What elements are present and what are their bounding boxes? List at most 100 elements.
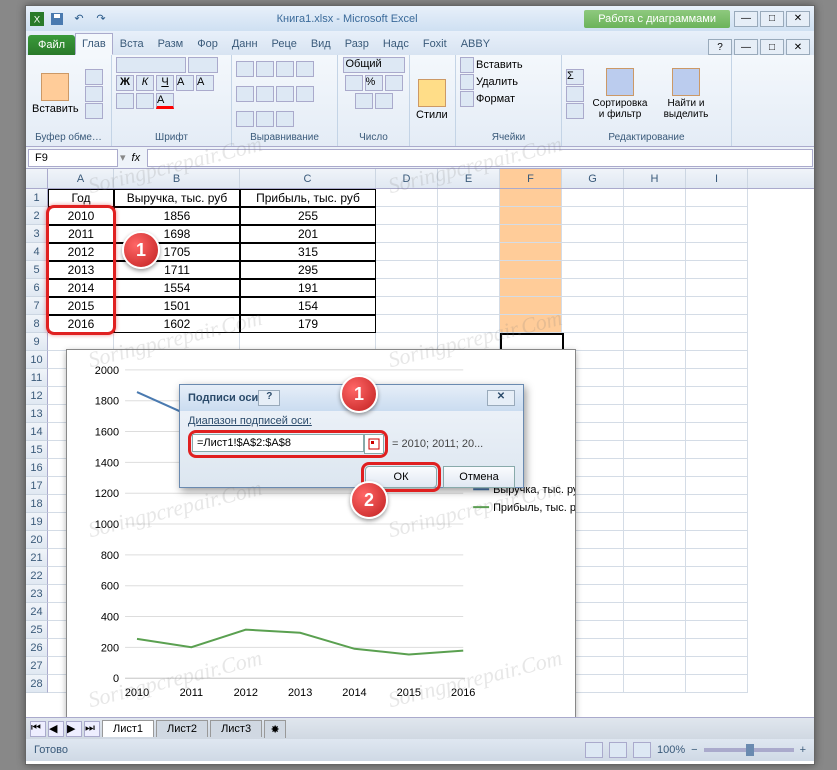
cell[interactable] xyxy=(686,495,748,513)
cells-format-icon[interactable] xyxy=(460,91,474,107)
align-center-icon[interactable] xyxy=(256,86,274,102)
tab-home[interactable]: Глав xyxy=(75,33,113,55)
cell[interactable] xyxy=(686,333,748,351)
col-header-I[interactable]: I xyxy=(686,169,748,188)
cell[interactable] xyxy=(686,405,748,423)
cell[interactable]: 2014 xyxy=(48,279,114,297)
cell[interactable] xyxy=(686,459,748,477)
cell[interactable] xyxy=(624,567,686,585)
qat-redo-icon[interactable]: ↷ xyxy=(92,10,110,28)
cell[interactable] xyxy=(562,261,624,279)
tab-addins[interactable]: Надс xyxy=(376,33,416,55)
cell[interactable] xyxy=(686,639,748,657)
cell[interactable] xyxy=(624,657,686,675)
cell[interactable] xyxy=(624,531,686,549)
sheet-nav-last-icon[interactable]: ⏭ xyxy=(84,721,100,737)
zoom-out-icon[interactable]: − xyxy=(691,744,697,756)
cell[interactable] xyxy=(500,261,562,279)
row-header[interactable]: 1 xyxy=(26,189,48,207)
cell[interactable] xyxy=(624,351,686,369)
align-right-icon[interactable] xyxy=(276,86,294,102)
cells-insert-button[interactable]: Вставить xyxy=(476,59,523,71)
cell[interactable]: 315 xyxy=(240,243,376,261)
cell[interactable] xyxy=(500,243,562,261)
cell[interactable] xyxy=(562,225,624,243)
cell[interactable]: 1705 xyxy=(114,243,240,261)
cell[interactable] xyxy=(686,369,748,387)
row-header[interactable]: 4 xyxy=(26,243,48,261)
sheet-nav-first-icon[interactable]: ⏮ xyxy=(30,721,46,737)
dialog-help-button[interactable]: ? xyxy=(258,390,280,406)
row-header[interactable]: 10 xyxy=(26,351,48,369)
cell[interactable] xyxy=(438,243,500,261)
sheet-nav-next-icon[interactable]: ▶ xyxy=(66,721,82,737)
cell[interactable] xyxy=(438,315,500,333)
maximize-button[interactable]: □ xyxy=(760,11,784,27)
cell[interactable]: 191 xyxy=(240,279,376,297)
cell[interactable] xyxy=(562,243,624,261)
cell[interactable] xyxy=(376,315,438,333)
format-painter-icon[interactable] xyxy=(85,103,103,119)
row-header[interactable]: 7 xyxy=(26,297,48,315)
cell[interactable]: 2012 xyxy=(48,243,114,261)
cell[interactable] xyxy=(686,261,748,279)
cell[interactable]: Прибыль, тыс. руб xyxy=(240,189,376,207)
cell[interactable] xyxy=(624,261,686,279)
cell[interactable] xyxy=(624,225,686,243)
col-header-A[interactable]: A xyxy=(48,169,114,188)
cell[interactable] xyxy=(686,279,748,297)
col-header-B[interactable]: B xyxy=(114,169,240,188)
row-header[interactable]: 27 xyxy=(26,657,48,675)
cell[interactable] xyxy=(624,513,686,531)
tab-page-layout[interactable]: Разм xyxy=(151,33,191,55)
cell[interactable]: 2011 xyxy=(48,225,114,243)
find-select-button[interactable]: Найти и выделить xyxy=(656,66,716,122)
row-header[interactable]: 8 xyxy=(26,315,48,333)
cells-delete-button[interactable]: Удалить xyxy=(476,76,518,88)
cell[interactable] xyxy=(624,243,686,261)
cell[interactable] xyxy=(686,585,748,603)
grow-font-icon[interactable]: A xyxy=(176,75,194,91)
ok-button[interactable]: ОК xyxy=(365,466,437,488)
cell[interactable]: Год xyxy=(48,189,114,207)
align-middle-icon[interactable] xyxy=(256,61,274,77)
cell[interactable] xyxy=(500,297,562,315)
cell[interactable]: 255 xyxy=(240,207,376,225)
cell[interactable] xyxy=(376,297,438,315)
cell[interactable]: 1711 xyxy=(114,261,240,279)
fill-color-icon[interactable] xyxy=(136,93,154,109)
row-header[interactable]: 26 xyxy=(26,639,48,657)
wrap-text-icon[interactable] xyxy=(296,61,314,77)
currency-icon[interactable] xyxy=(345,75,363,91)
clear-icon[interactable] xyxy=(566,103,584,119)
cell[interactable] xyxy=(624,639,686,657)
cell[interactable] xyxy=(376,207,438,225)
cell[interactable] xyxy=(624,189,686,207)
cell[interactable] xyxy=(686,621,748,639)
cell[interactable] xyxy=(376,189,438,207)
minimize-button[interactable]: — xyxy=(734,11,758,27)
cell[interactable] xyxy=(624,279,686,297)
row-header[interactable]: 22 xyxy=(26,567,48,585)
cell[interactable] xyxy=(686,567,748,585)
fill-icon[interactable] xyxy=(566,86,584,102)
font-color-icon[interactable]: A xyxy=(156,93,174,109)
cell[interactable] xyxy=(686,189,748,207)
cell[interactable] xyxy=(438,207,500,225)
row-header[interactable]: 23 xyxy=(26,585,48,603)
row-header[interactable]: 25 xyxy=(26,621,48,639)
shrink-font-icon[interactable]: A xyxy=(196,75,214,91)
tab-review[interactable]: Реце xyxy=(265,33,304,55)
tab-file[interactable]: Файл xyxy=(28,35,75,55)
styles-button[interactable]: Стили xyxy=(414,77,450,123)
view-normal-icon[interactable] xyxy=(585,742,603,758)
cell[interactable] xyxy=(624,675,686,693)
cell[interactable] xyxy=(562,279,624,297)
cell[interactable] xyxy=(686,315,748,333)
cell[interactable] xyxy=(624,297,686,315)
bold-icon[interactable]: Ж xyxy=(116,75,134,91)
tab-formulas[interactable]: Фор xyxy=(190,33,225,55)
cell[interactable] xyxy=(500,315,562,333)
border-icon[interactable] xyxy=(116,93,134,109)
copy-icon[interactable] xyxy=(85,86,103,102)
